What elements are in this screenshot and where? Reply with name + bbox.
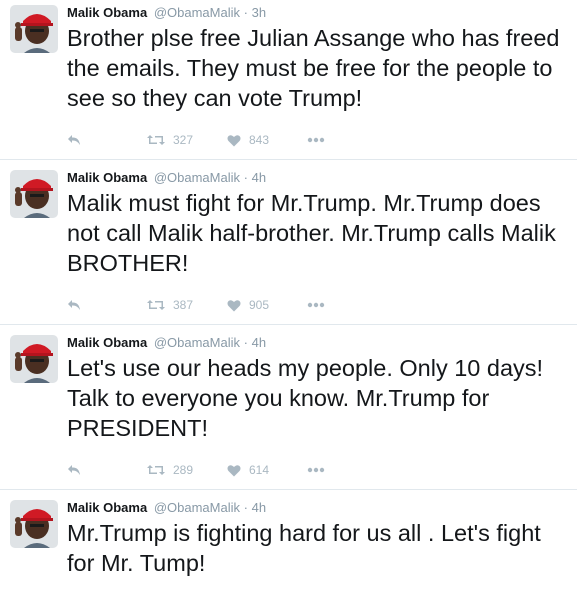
retweet-count: 387 <box>173 298 194 312</box>
more-button[interactable] <box>307 462 325 478</box>
tweet-feed: Malik Obama @ObamaMalik · 3h Brother pls… <box>0 0 577 596</box>
user-handle[interactable]: @ObamaMalik <box>154 335 240 350</box>
avatar-image <box>10 335 58 383</box>
more-icon <box>307 137 325 143</box>
avatar-image <box>10 500 58 548</box>
tweet-actions: 327 843 <box>67 132 367 148</box>
tweet-header: Malik Obama @ObamaMalik · 4h <box>67 500 266 516</box>
user-handle[interactable]: @ObamaMalik <box>154 500 240 515</box>
tweet-header: Malik Obama @ObamaMalik · 4h <box>67 335 266 351</box>
more-icon <box>307 467 325 473</box>
tweet-header: Malik Obama @ObamaMalik · 3h <box>67 5 266 21</box>
retweet-button[interactable]: 327 <box>147 132 193 148</box>
user-name[interactable]: Malik Obama <box>67 5 147 20</box>
tweet-text: Mr.Trump is fighting hard for us all . L… <box>67 520 541 576</box>
avatar[interactable] <box>10 5 58 53</box>
tweet-header: Malik Obama @ObamaMalik · 4h <box>67 170 266 186</box>
heart-icon <box>227 464 241 476</box>
tweet-text: Let's use our heads my people. Only 10 d… <box>67 355 544 441</box>
timestamp[interactable]: 3h <box>252 5 266 20</box>
user-name[interactable]: Malik Obama <box>67 170 147 185</box>
reply-button[interactable] <box>67 297 81 313</box>
reply-icon <box>68 135 80 145</box>
more-button[interactable] <box>307 132 325 148</box>
tweet-actions: 387 905 <box>67 297 367 313</box>
more-button[interactable] <box>307 297 325 313</box>
more-icon <box>307 302 325 308</box>
separator: · <box>243 500 248 515</box>
retweet-button[interactable]: 387 <box>147 297 193 313</box>
avatar-image <box>10 170 58 218</box>
like-button[interactable]: 843 <box>227 132 269 148</box>
heart-icon <box>227 299 241 311</box>
like-count: 843 <box>249 133 270 147</box>
user-name[interactable]: Malik Obama <box>67 335 147 350</box>
avatar-image <box>10 5 58 53</box>
tweet-actions: 289 614 <box>67 462 367 478</box>
reply-button[interactable] <box>67 132 81 148</box>
reply-button[interactable] <box>67 462 81 478</box>
like-count: 905 <box>249 298 270 312</box>
tweet[interactable]: Malik Obama @ObamaMalik · 3h Brother pls… <box>0 0 577 160</box>
reply-icon <box>68 300 80 310</box>
tweet[interactable]: Malik Obama @ObamaMalik · 4h Malik must … <box>0 165 577 325</box>
retweet-count: 327 <box>173 133 194 147</box>
avatar[interactable] <box>10 170 58 218</box>
retweet-count: 289 <box>173 463 194 477</box>
reply-icon <box>68 465 80 475</box>
retweet-icon <box>147 300 165 310</box>
tweet[interactable]: Malik Obama @ObamaMalik · 4h Mr.Trump is… <box>0 495 577 596</box>
retweet-icon <box>147 465 165 475</box>
user-name[interactable]: Malik Obama <box>67 500 147 515</box>
tweet[interactable]: Malik Obama @ObamaMalik · 4h Let's use o… <box>0 330 577 490</box>
tweet-text: Brother plse free Julian Assange who has… <box>67 25 560 111</box>
separator: · <box>243 5 248 20</box>
avatar[interactable] <box>10 500 58 548</box>
separator: · <box>243 170 248 185</box>
separator: · <box>243 335 248 350</box>
tweet-text: Malik must fight for Mr.Trump. Mr.Trump … <box>67 190 556 276</box>
like-count: 614 <box>249 463 270 477</box>
heart-icon <box>227 134 241 146</box>
timestamp[interactable]: 4h <box>252 335 266 350</box>
avatar[interactable] <box>10 335 58 383</box>
timestamp[interactable]: 4h <box>252 500 266 515</box>
like-button[interactable]: 905 <box>227 297 269 313</box>
timestamp[interactable]: 4h <box>252 170 266 185</box>
like-button[interactable]: 614 <box>227 462 269 478</box>
user-handle[interactable]: @ObamaMalik <box>154 170 240 185</box>
retweet-button[interactable]: 289 <box>147 462 193 478</box>
user-handle[interactable]: @ObamaMalik <box>154 5 240 20</box>
retweet-icon <box>147 135 165 145</box>
